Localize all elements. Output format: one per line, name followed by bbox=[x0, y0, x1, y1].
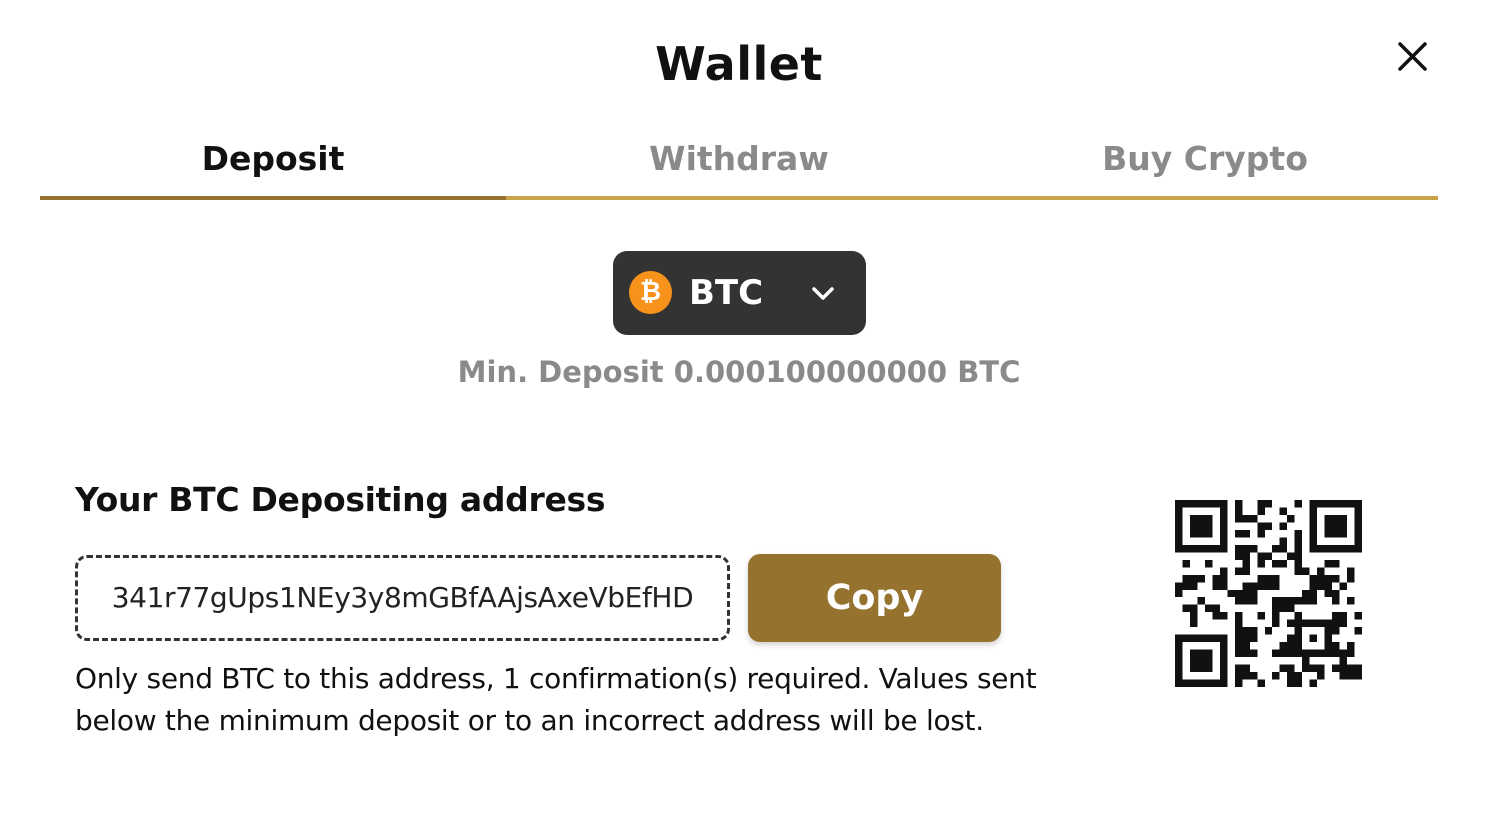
wallet-title: Wallet bbox=[655, 37, 823, 91]
wallet-tabs: Deposit Withdraw Buy Crypto bbox=[40, 136, 1438, 200]
coin-select-label: BTC bbox=[689, 273, 764, 313]
copy-button[interactable]: Copy bbox=[748, 554, 1001, 642]
close-icon[interactable] bbox=[1392, 36, 1432, 76]
bitcoin-icon: ₿ bbox=[629, 271, 672, 314]
qr-code-icon bbox=[1175, 500, 1362, 687]
chevron-down-icon bbox=[809, 279, 837, 307]
deposit-address-field[interactable]: 341r77gUps1NEy3y8mGBfAAjsAxeVbEfHD bbox=[75, 555, 730, 641]
tab-buy-crypto[interactable]: Buy Crypto bbox=[972, 136, 1438, 200]
tab-deposit[interactable]: Deposit bbox=[40, 136, 506, 200]
tab-withdraw[interactable]: Withdraw bbox=[506, 136, 972, 200]
deposit-notice: Only send BTC to this address, 1 confirm… bbox=[75, 662, 1037, 737]
min-deposit-text: Min. Deposit 0.000100000000 BTC bbox=[457, 355, 1021, 389]
coin-select-dropdown[interactable]: ₿ BTC bbox=[613, 251, 866, 335]
deposit-address-heading: Your BTC Depositing address bbox=[75, 480, 606, 519]
